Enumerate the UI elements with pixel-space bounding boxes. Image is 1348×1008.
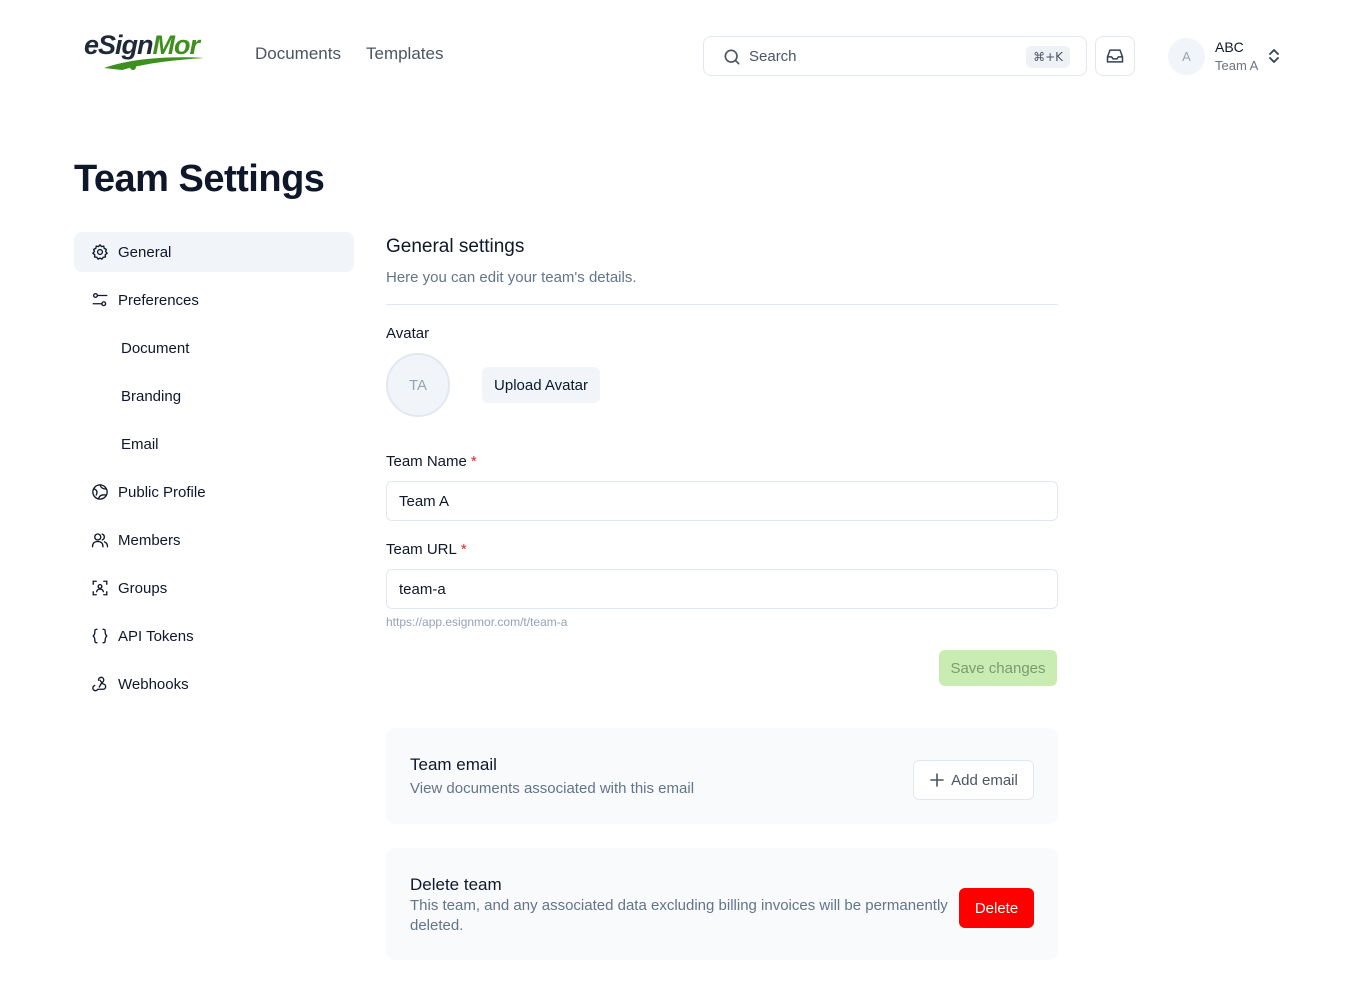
delete-team-title: Delete team — [410, 875, 502, 894]
delete-team-card: Delete team This team, and any associate… — [386, 848, 1058, 960]
team-avatar: TA — [386, 353, 450, 417]
page-title: Team Settings — [74, 158, 325, 200]
inbox-button[interactable] — [1095, 36, 1135, 76]
delete-team-button[interactable]: Delete — [959, 888, 1034, 928]
required-mark: * — [470, 453, 477, 470]
add-email-button[interactable]: Add email — [913, 760, 1034, 800]
settings-sidebar: General Preferences Document Branding Em… — [74, 232, 354, 712]
sidebar-item-document[interactable]: Document — [74, 328, 354, 368]
sidebar-item-general[interactable]: General — [74, 232, 354, 272]
sidebar-item-webhooks[interactable]: Webhooks — [74, 664, 354, 704]
sidebar-item-label: Document — [121, 339, 190, 357]
sidebar-item-api-tokens[interactable]: API Tokens — [74, 616, 354, 656]
sidebar-item-preferences[interactable]: Preferences — [74, 280, 354, 320]
team-url-hint: https://app.esignmor.com/t/team-a — [386, 615, 568, 629]
sidebar-item-label: Members — [118, 531, 181, 549]
delete-team-description: This team, and any associated data exclu… — [410, 897, 948, 934]
search-bar[interactable]: Search ⌘+K — [703, 36, 1087, 76]
sidebar-item-label: Branding — [121, 387, 182, 405]
user-team-name: Team A — [1215, 58, 1259, 73]
sidebar-item-groups[interactable]: Groups — [74, 568, 354, 608]
webhook-icon — [90, 674, 110, 694]
team-email-card: Team email View documents associated wit… — [386, 728, 1058, 824]
sidebar-item-label: General — [118, 243, 172, 261]
sidebar-item-label: Public Profile — [118, 483, 206, 501]
chevron-up-down-icon — [1269, 49, 1279, 63]
gear-icon — [90, 242, 110, 262]
section-description: Here you can edit your team's details. — [386, 269, 637, 286]
section-divider — [386, 304, 1058, 305]
sidebar-item-label: API Tokens — [118, 627, 194, 645]
team-name-label: Team Name * — [386, 453, 477, 470]
save-changes-button[interactable]: Save changes — [939, 650, 1057, 686]
user-avatar: A — [1168, 38, 1205, 75]
team-url-label: Team URL * — [386, 541, 467, 558]
team-url-input[interactable] — [386, 569, 1058, 609]
nav-documents[interactable]: Documents — [255, 44, 341, 64]
upload-avatar-button[interactable]: Upload Avatar — [482, 367, 600, 403]
required-mark: * — [460, 541, 467, 558]
section-title: General settings — [386, 236, 525, 257]
sliders-icon — [90, 290, 110, 310]
braces-icon — [90, 626, 110, 646]
user-team-switcher[interactable]: A ABC Team A — [1168, 37, 1288, 75]
sidebar-item-public-profile[interactable]: Public Profile — [74, 472, 354, 512]
search-label: Search — [749, 48, 797, 65]
logo-swoosh-icon — [104, 57, 204, 70]
avatar-label: Avatar — [386, 325, 430, 342]
users-icon — [90, 530, 110, 550]
inbox-icon — [1106, 49, 1124, 63]
group-icon — [90, 578, 110, 598]
sidebar-item-branding[interactable]: Branding — [74, 376, 354, 416]
user-name: ABC — [1215, 39, 1244, 55]
team-url-label-text: Team URL — [386, 541, 457, 558]
sidebar-item-email[interactable]: Email — [74, 424, 354, 464]
sidebar-item-members[interactable]: Members — [74, 520, 354, 560]
sidebar-item-label: Webhooks — [118, 675, 189, 693]
globe-icon — [90, 482, 110, 502]
search-shortcut-badge: ⌘+K — [1026, 46, 1070, 68]
main-nav: Documents Templates — [255, 44, 443, 64]
logo-text-e: e — [84, 30, 99, 60]
sidebar-item-label: Groups — [118, 579, 168, 597]
team-name-label-text: Team Name — [386, 453, 467, 470]
sidebar-item-label: Preferences — [118, 291, 199, 309]
nav-templates[interactable]: Templates — [366, 44, 443, 64]
sidebar-item-label: Email — [121, 435, 159, 453]
plus-icon — [930, 773, 944, 787]
esignmor-logo[interactable]: eSignMor — [84, 28, 208, 74]
team-email-description: View documents associated with this emai… — [410, 780, 695, 797]
add-email-label: Add email — [951, 771, 1018, 789]
top-header: eSignMor Documents Templates Search ⌘+K … — [0, 0, 1348, 112]
team-name-input[interactable] — [386, 481, 1058, 521]
search-icon — [724, 49, 740, 65]
team-email-title: Team email — [410, 755, 497, 774]
